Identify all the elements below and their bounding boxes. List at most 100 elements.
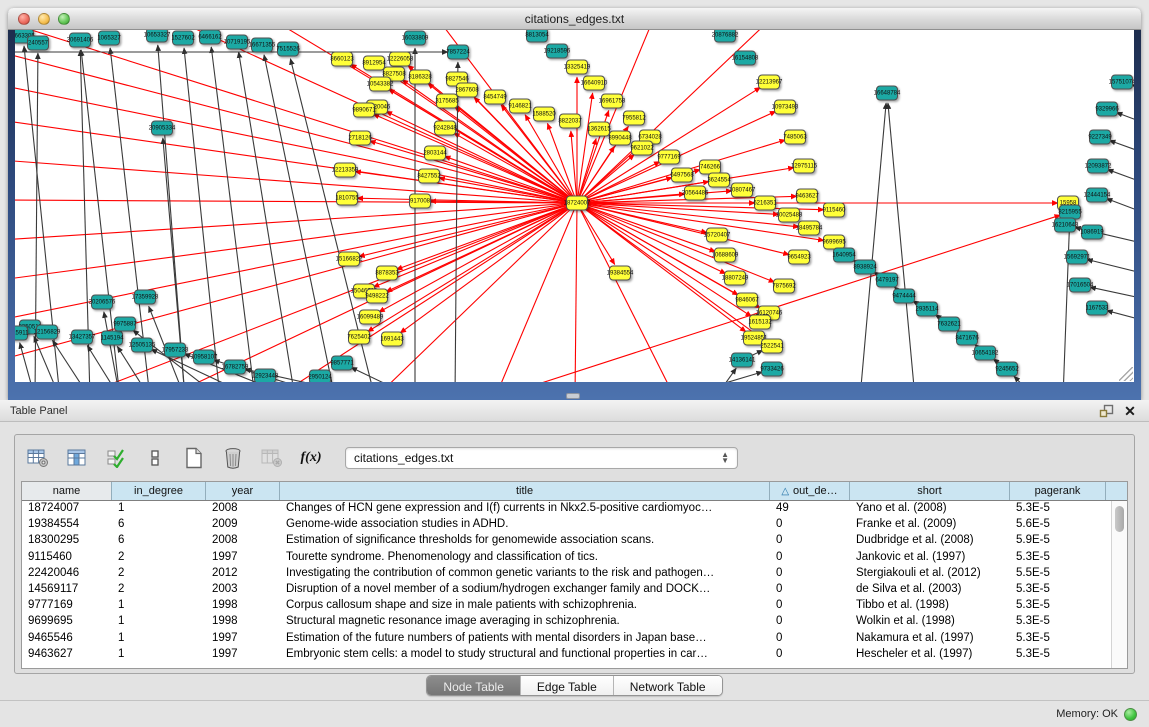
table-cell[interactable]: 2 [112,550,206,566]
zoom-window-button[interactable] [58,13,70,25]
table-cell[interactable]: Estimation of significance thresholds fo… [280,533,770,549]
graph-node[interactable]: 16671355 [251,38,273,53]
graph-node[interactable]: 917008 [409,194,431,209]
table-cell[interactable]: Embryonic stem cells: a model to study s… [280,647,770,663]
graph-node[interactable]: 1065327 [98,31,120,46]
table-cell[interactable]: 2003 [206,582,280,598]
table-cell[interactable]: 5.3E-5 [1010,582,1106,598]
table-cell[interactable]: 5.5E-5 [1010,566,1106,582]
table-cell[interactable]: 1997 [206,631,280,647]
graph-node[interactable]: 2935114 [916,302,938,317]
graph-node[interactable]: 20691406 [69,33,91,48]
table-cell[interactable]: Hescheler et al. (1997) [850,647,1010,663]
graph-node[interactable]: 12923448 [254,369,276,383]
graph-node[interactable]: 7485063 [784,130,806,145]
graph-node[interactable]: 7515526 [277,42,299,57]
table-cell[interactable]: 9115460 [22,550,112,566]
graph-node[interactable]: 1615132 [749,315,771,330]
table-cell[interactable]: 5.3E-5 [1010,501,1106,517]
canvas-resize-grip[interactable] [1119,367,1133,381]
graph-node[interactable]: 2718126 [349,131,371,146]
graph-node[interactable]: 8471676 [956,331,978,346]
table-cell[interactable]: Structural magnetic resonance image aver… [280,614,770,630]
clear-selection-button[interactable] [142,445,168,471]
graph-node[interactable]: 8660123 [331,52,353,67]
delete-table-button[interactable] [259,445,285,471]
table-cell[interactable]: Yano et al. (2008) [850,501,1010,517]
graph-node[interactable]: 6216351 [754,196,776,211]
table-cell[interactable]: Franke et al. (2009) [850,517,1010,533]
table-cell[interactable]: 1998 [206,598,280,614]
graph-node[interactable]: 1588520 [533,107,555,122]
graph-node[interactable]: 10025488 [778,208,800,223]
table-cell[interactable]: 0 [770,647,850,663]
graph-node[interactable]: 240557 [27,36,49,51]
table-cell[interactable]: 1998 [206,614,280,630]
graph-node[interactable]: 9146821 [509,99,531,114]
graph-node[interactable]: 12975115 [793,159,815,174]
graph-node[interactable]: 2950124 [309,370,331,383]
graph-node[interactable]: 1086919 [1081,225,1103,240]
graph-node[interactable]: 10807467 [731,183,753,198]
graph-node[interactable]: 13325419 [566,60,588,75]
table-selector-dropdown[interactable]: citations_edges.txt ▲▼ [345,447,738,469]
tab-node-table[interactable]: Node Table [427,676,521,695]
table-cell[interactable]: 0 [770,631,850,647]
column-header-year[interactable]: year [206,482,280,500]
table-cell[interactable]: Disruption of a novel member of a sodium… [280,582,770,598]
table-cell[interactable]: 22420046 [22,566,112,582]
delete-button[interactable] [220,445,246,471]
network-canvas[interactable]: 1872400786601238912954122260588827508818… [15,30,1134,382]
table-cell[interactable]: Changes of HCN gene expression and I(f) … [280,501,770,517]
minimize-window-button[interactable] [38,13,50,25]
graph-node[interactable]: 9463627 [796,189,818,204]
graph-node[interactable]: 9777169 [658,150,680,165]
table-cell[interactable]: 1 [112,631,206,647]
float-panel-button[interactable] [1097,403,1115,419]
table-cell[interactable]: 14569117 [22,582,112,598]
graph-node[interactable]: 8813054 [526,30,548,43]
table-cell[interactable]: 9777169 [22,598,112,614]
table-cell[interactable]: 6 [112,517,206,533]
table-cell[interactable]: Tourette syndrome. Phenomenology and cla… [280,550,770,566]
graph-node[interactable]: 8822037 [559,114,581,129]
table-cell[interactable]: 18300295 [22,533,112,549]
table-settings-button[interactable] [25,445,51,471]
graph-node[interactable]: 9890671 [353,103,375,118]
graph-node[interactable]: 20206576 [91,295,113,310]
graph-node[interactable]: 12505135 [131,338,153,353]
graph-node[interactable]: 9654923 [788,250,810,265]
graph-node[interactable]: 1362615 [588,122,610,137]
column-header-title[interactable]: title [280,482,770,500]
column-header-short[interactable]: short [850,482,1010,500]
table-cell[interactable]: 0 [770,614,850,630]
graph-hub-node[interactable]: 18724007 [566,196,588,211]
graph-node[interactable]: 2522541 [761,339,783,354]
table-cell[interactable]: 0 [770,533,850,549]
table-cell[interactable]: 1997 [206,550,280,566]
table-row[interactable]: 2242004622012Investigating the contribut… [22,566,1111,582]
graph-node[interactable]: 6497568 [671,168,693,183]
graph-node[interactable]: 14136141 [731,353,753,368]
graph-node[interactable]: 12093872 [1087,159,1109,174]
table-cell[interactable]: 2009 [206,517,280,533]
graph-node[interactable]: 2867608 [456,83,478,98]
table-row[interactable]: 911546021997Tourette syndrome. Phenomeno… [22,550,1111,566]
graph-node[interactable]: 10958107 [193,350,215,365]
graph-node[interactable]: 9621022 [631,141,653,156]
graph-node[interactable]: 12156829 [36,325,58,340]
table-cell[interactable]: 0 [770,566,850,582]
graph-node[interactable]: 15166822 [338,252,360,267]
graph-node[interactable]: 9846067 [736,293,758,308]
table-cell[interactable]: 1 [112,614,206,630]
graph-node[interactable]: 16648784 [876,86,898,101]
table-cell[interactable]: 18724007 [22,501,112,517]
table-row[interactable]: 1830029562008Estimation of significance … [22,533,1111,549]
table-cell[interactable]: 2008 [206,501,280,517]
table-cell[interactable]: 9463627 [22,647,112,663]
graph-node[interactable]: 16210643 [1054,218,1076,233]
graph-node[interactable]: 18495784 [798,221,820,236]
table-cell[interactable]: 6 [112,533,206,549]
table-cell[interactable]: Jankovic et al. (1997) [850,550,1010,566]
table-cell[interactable]: Stergiakouli et al. (2012) [850,566,1010,582]
